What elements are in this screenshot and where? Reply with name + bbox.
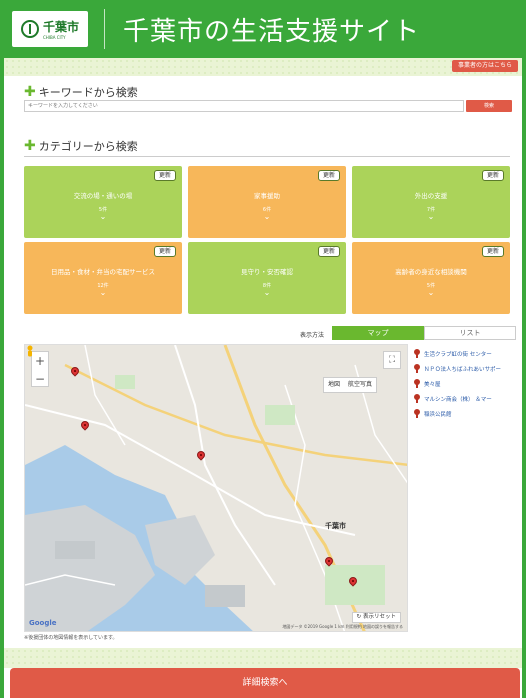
detail-search-button[interactable]: 詳細検索へ — [10, 668, 520, 698]
chevron-down-icon: ⌄ — [99, 287, 107, 297]
update-badge: 更新 — [481, 246, 504, 257]
tab-map[interactable]: マップ — [332, 326, 424, 340]
business-link-button[interactable]: 事業者の方はこちら — [451, 60, 518, 72]
page-frame-left — [0, 0, 4, 698]
place-name: ＮＰＯ法人ちばふれあいサポー — [424, 366, 502, 373]
category-card[interactable]: 更新 高齢者の身近な相談機関 5件 ⌄ — [352, 242, 510, 314]
category-card[interactable]: 更新 外出の支援 7件 ⌄ — [352, 166, 510, 238]
site-title: 千葉市の生活支援サイト — [123, 16, 421, 47]
map-pin-icon — [414, 409, 420, 418]
place-list-item[interactable]: 生活クラブ虹の街 センター — [414, 346, 520, 361]
place-list-item[interactable]: 美々屋 — [414, 376, 520, 391]
update-badge: 更新 — [317, 170, 340, 181]
category-card[interactable]: 更新 家事援助 6件 ⌄ — [188, 166, 346, 238]
category-card-title: 外出の支援 — [414, 191, 448, 200]
chevron-down-icon: ⌄ — [427, 287, 435, 297]
category-card-title: 交流の場・通いの場 — [73, 191, 133, 200]
plus-icon: ✚ — [24, 138, 36, 154]
place-list: 生活クラブ虹の街 センター ＮＰＯ法人ちばふれあいサポー 美々屋 マルシン商会（… — [414, 346, 520, 421]
map-pin-icon — [414, 379, 420, 388]
category-card[interactable]: 更新 日用品・食材・弁当の宅配サービス 12件 ⌄ — [24, 242, 182, 314]
subbar: 事業者の方はこちら — [4, 58, 522, 76]
chevron-down-icon: ⌄ — [263, 287, 271, 297]
bottom-pattern-band — [4, 648, 522, 668]
pegman-icon[interactable] — [25, 345, 35, 359]
fullscreen-icon[interactable]: ⛶ — [383, 351, 401, 369]
category-card-title: 見守り・安否確認 — [241, 267, 293, 276]
update-badge: 更新 — [153, 170, 176, 181]
city-logo[interactable]: 千葉市 CHIBA CITY — [12, 11, 88, 47]
chevron-down-icon: ⌄ — [263, 211, 271, 221]
category-card[interactable]: 更新 交流の場・通いの場 5件 ⌄ — [24, 166, 182, 238]
zoom-out-button[interactable]: − — [32, 370, 48, 388]
map-type-control: 地図 航空写真 — [323, 377, 378, 393]
map-type-satellite-button[interactable]: 航空写真 — [344, 378, 376, 392]
header-divider — [104, 9, 105, 49]
chevron-down-icon: ⌄ — [99, 211, 107, 221]
category-card-title: 家事援助 — [254, 191, 280, 200]
map-reset-label: 表示リセット — [362, 614, 396, 620]
map-type-map-button[interactable]: 地図 — [324, 378, 344, 392]
map-pin-icon — [414, 364, 420, 373]
section-divider — [24, 156, 510, 157]
category-card-title: 日用品・食材・弁当の宅配サービス — [51, 267, 155, 276]
chevron-down-icon: ⌄ — [427, 211, 435, 221]
keyword-search-input[interactable] — [24, 100, 464, 112]
category-card[interactable]: 更新 見守り・安否確認 8件 ⌄ — [188, 242, 346, 314]
page-frame-right — [522, 0, 526, 698]
category-section-title: ✚ カテゴリーから検索 — [24, 138, 138, 154]
keyword-search-button[interactable]: 検索 — [466, 100, 512, 112]
update-badge: 更新 — [317, 246, 340, 257]
category-card-title: 高齢者の身近な相談機関 — [395, 267, 467, 276]
place-list-item[interactable]: マルシン商会（株） ＆マー — [414, 391, 520, 406]
plus-icon: ✚ — [24, 84, 36, 100]
keyword-section-label: キーワードから検索 — [38, 86, 138, 99]
place-list-item[interactable]: 稲浜公民館 — [414, 406, 520, 421]
place-name: 美々屋 — [424, 381, 441, 388]
site-header: 千葉市 CHIBA CITY 千葉市の生活支援サイト — [0, 0, 526, 58]
place-name: 生活クラブ虹の街 センター — [424, 351, 492, 358]
place-name: マルシン商会（株） ＆マー — [424, 396, 492, 403]
display-mode-label: 表示方法 — [300, 332, 325, 339]
update-badge: 更新 — [153, 246, 176, 257]
city-label: 千葉市 — [325, 522, 346, 530]
map-pin-icon — [414, 394, 420, 403]
place-list-item[interactable]: ＮＰＯ法人ちばふれあいサポー — [414, 361, 520, 376]
logo-subtext: CHIBA CITY — [42, 35, 66, 40]
map-reset-button[interactable]: ↻ 表示リセット — [351, 612, 401, 623]
map-note: ※後援団体の地図情報を表示しています。 — [24, 635, 118, 641]
keyword-section-title: ✚ キーワードから検索 — [24, 84, 138, 100]
category-section-label: カテゴリーから検索 — [38, 140, 138, 153]
place-name: 稲浜公民館 — [424, 411, 452, 418]
tab-list[interactable]: リスト — [424, 326, 516, 340]
update-badge: 更新 — [481, 170, 504, 181]
map-attribution[interactable]: 地図データ ©2019 Google 1 km 利用規約 地図の誤りを報告する — [282, 624, 403, 630]
google-logo: Google — [29, 619, 57, 627]
map-pin-icon — [414, 349, 420, 358]
map-view[interactable]: + − ⛶ 地図 航空写真 千葉市 ↻ 表示リセット Google 地図データ … — [24, 344, 408, 632]
logo-text: 千葉市 — [42, 20, 79, 34]
city-emblem-icon — [20, 20, 39, 38]
